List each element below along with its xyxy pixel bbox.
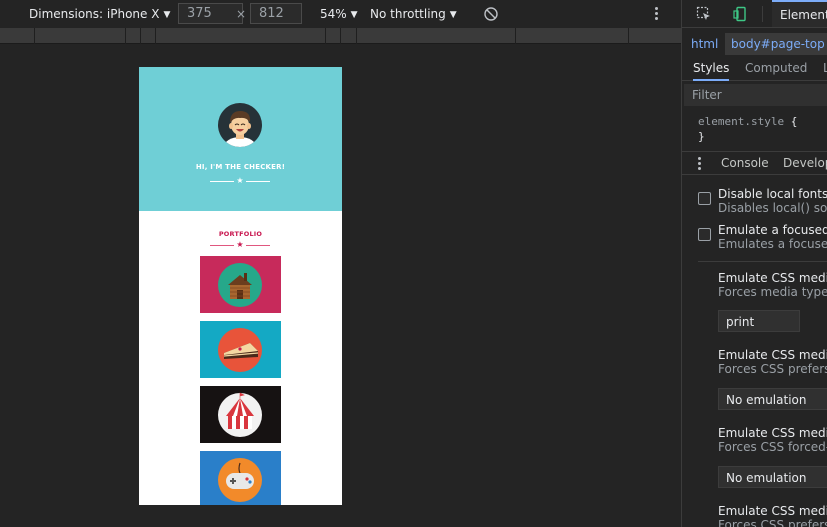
option-description: Disables local() sour [718,201,827,215]
zoom-value: 54% [320,7,347,21]
portfolio-item-cabin[interactable] [200,256,281,313]
hero-title: HI, I'M THE CHECKER! [195,163,286,171]
reduced-motion-description: Forces CSS prefers-r [718,518,827,527]
divider [698,261,827,262]
portfolio-divider: ★ [210,241,270,249]
media-type-select[interactable]: print [718,310,800,332]
device-dimensions-label: Dimensions: iPhone X [29,7,160,21]
tab-developer[interactable]: Develop [783,152,827,174]
portfolio-item-circus[interactable] [200,386,281,443]
more-options-icon[interactable] [655,7,659,21]
media-type-title: Emulate CSS media t [718,271,827,285]
option-title: Disable local fonts [718,187,827,201]
device-toolbar: Dimensions: iPhone X ▼ 375 × 812 54% ▼ No … [0,0,681,28]
media-query-ruler [0,28,681,44]
rendering-panel: Disable local fonts Disables local() sou… [682,176,827,527]
device-dimensions-select[interactable]: Dimensions: iPhone X ▼ [29,0,170,28]
tab-console[interactable]: Console [721,152,769,174]
reduced-motion-title: Emulate CSS media f [718,504,827,518]
brace-close: } [698,130,705,143]
drawer-tabbar: Console Develop [682,151,827,175]
focused-page-checkbox[interactable] [698,228,711,241]
forced-colors-description: Forces CSS forced-co [718,440,827,454]
zoom-select[interactable]: 54% ▼ [320,0,358,28]
device-width-input[interactable]: 375 [178,3,243,24]
styles-filter-input[interactable]: Filter [684,84,827,106]
chevron-down-icon: ▼ [449,10,457,20]
devtools-panel: Element html body#page-top Styles Comput… [681,0,827,527]
chevron-down-icon: ▼ [350,10,358,20]
drawer-more-icon[interactable] [698,157,701,171]
hero-divider: ★ [210,177,270,185]
styles-subtabs: Styles Computed L [682,57,827,81]
device-toolbar-toggle-icon[interactable] [732,6,748,22]
emulated-page: HI, I'M THE CHECKER! ★ PORTFOLIO ★ [139,67,342,505]
portfolio-item-cake[interactable] [200,321,281,378]
rotate-icon[interactable] [483,6,499,22]
circus-tent-icon [218,392,262,437]
breadcrumb-body[interactable]: body#page-top [725,33,827,55]
tab-layout[interactable]: L [823,57,827,79]
brace-open: { [790,115,798,128]
color-scheme-title: Emulate CSS media f [718,348,827,362]
throttling-value: No throttling [370,7,446,21]
breadcrumb: html body#page-top [682,33,827,55]
times-symbol: × [236,7,247,21]
portfolio-title: PORTFOLIO [218,230,263,238]
cake-icon [218,328,262,372]
devtools-main-toolbar: Element [682,0,827,28]
element-style-selector: element.style [698,115,785,128]
color-scheme-select[interactable]: No emulation [718,388,827,410]
tab-styles[interactable]: Styles [693,57,730,81]
option-description: Emulates a focused p [718,237,827,251]
cabin-icon [218,263,262,307]
tab-computed[interactable]: Computed [745,57,807,79]
option-title: Emulate a focused p [718,223,827,237]
element-style-rule: element.style { } [698,114,797,144]
disable-local-fonts-checkbox[interactable] [698,192,711,205]
portfolio-item-game[interactable] [200,451,281,505]
throttling-select[interactable]: No throttling ▼ [370,0,457,28]
media-type-description: Forces media type fo [718,285,827,299]
tab-elements[interactable]: Element [772,0,827,27]
star-icon: ★ [236,176,244,185]
forced-colors-title: Emulate CSS media f [718,426,827,440]
avatar [218,103,262,147]
hero-section: HI, I'M THE CHECKER! ★ [139,67,342,211]
device-height-input[interactable]: 812 [250,3,302,24]
game-controller-icon [218,458,262,502]
forced-colors-select[interactable]: No emulation [718,466,827,488]
breadcrumb-html[interactable]: html [691,33,718,55]
inspect-element-icon[interactable] [696,6,712,22]
chevron-down-icon: ▼ [163,10,171,20]
star-icon: ★ [236,240,244,249]
color-scheme-description: Forces CSS prefers-c [718,362,827,376]
